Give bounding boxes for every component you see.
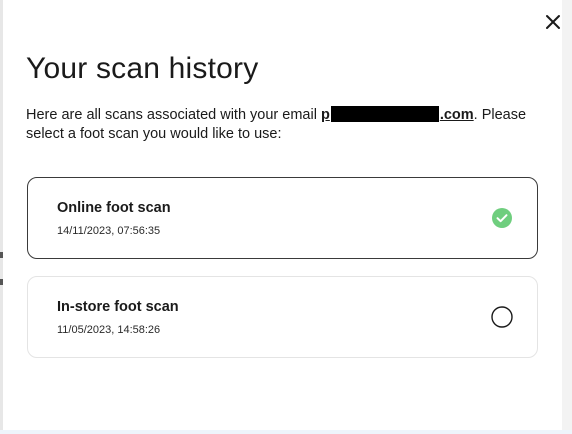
- scan-history-modal: Your scan history Here are all scans ass…: [3, 0, 562, 430]
- backdrop-right-edge: [562, 0, 572, 434]
- scan-card-online[interactable]: Online foot scan 14/11/2023, 07:56:35: [27, 177, 538, 259]
- intro-before: Here are all scans associated with your …: [26, 107, 321, 123]
- scan-date: 11/05/2023, 14:58:26: [57, 324, 161, 336]
- scan-title: In-store foot scan: [57, 299, 179, 315]
- email-end: .com: [439, 107, 474, 123]
- screen: Your scan history Here are all scans ass…: [0, 0, 572, 434]
- scan-date: 14/11/2023, 07:56:35: [57, 225, 161, 237]
- intro-text: Here are all scans associated with your …: [26, 106, 541, 144]
- scan-card-in-store[interactable]: In-store foot scan 11/05/2023, 14:58:26: [27, 276, 538, 358]
- close-icon: [546, 15, 560, 29]
- scan-title: Online foot scan: [57, 200, 171, 216]
- check-circle-icon: [492, 208, 512, 228]
- modal-title: Your scan history: [26, 52, 259, 85]
- email-redaction: [330, 106, 439, 122]
- backdrop-bottom-edge: [0, 430, 572, 434]
- email-start: p: [320, 107, 330, 123]
- radio-empty-icon[interactable]: [491, 306, 513, 328]
- email-link[interactable]: p .com: [321, 106, 474, 125]
- close-button[interactable]: [543, 12, 563, 32]
